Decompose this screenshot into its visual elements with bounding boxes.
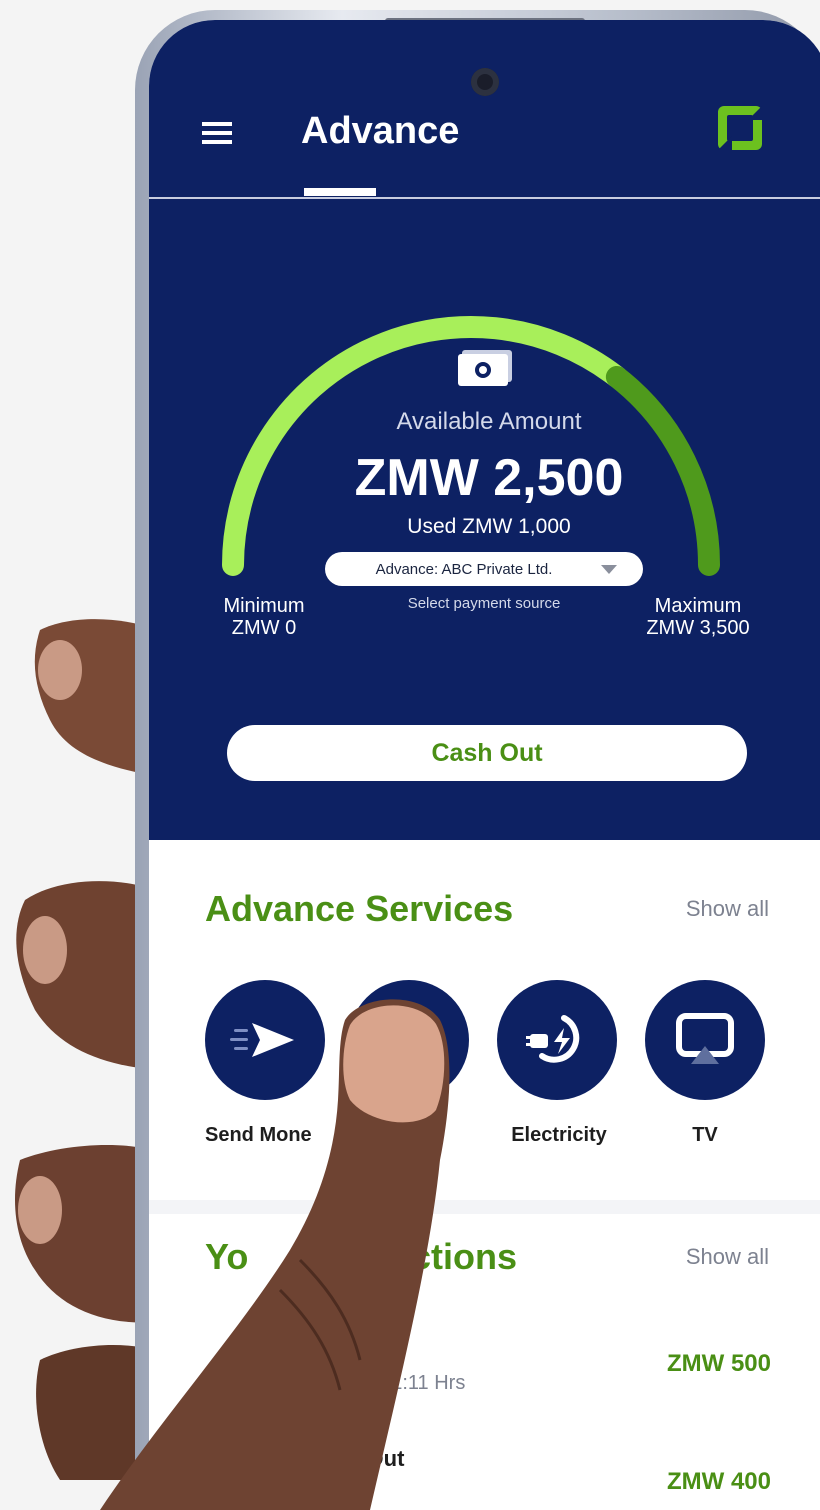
brand-logo-icon[interactable]: [714, 102, 766, 154]
available-amount-label: Available Amount: [396, 408, 582, 435]
tv-icon: [676, 1013, 734, 1064]
transaction-time: , 21:11 Hrs: [369, 1372, 466, 1394]
services-show-all-link[interactable]: Show all: [679, 896, 769, 922]
service-electricity[interactable]: [497, 980, 617, 1100]
hamburger-icon: [202, 122, 232, 144]
transaction-row[interactable]: ut , 21:11 Hrs ZMW 500: [149, 1330, 820, 1420]
service-tv[interactable]: [645, 980, 765, 1100]
transactions-title-start: Yo: [205, 1236, 249, 1277]
payment-source-hint: Select payment source: [407, 595, 561, 612]
phone-frame: Advance Available Amount ZMW 2,500 Used …: [135, 10, 820, 1510]
front-camera: [471, 68, 499, 96]
chevron-down-icon: [601, 565, 617, 574]
transaction-row[interactable]: h Out ZMW 400: [149, 1440, 820, 1510]
transaction-amount: ZMW 400: [666, 1468, 771, 1495]
app-screen: Advance Available Amount ZMW 2,500 Used …: [149, 20, 820, 1510]
minimum-title: Minimum: [223, 595, 305, 617]
airtime-icon: [389, 1011, 429, 1069]
electricity-icon: [526, 1015, 580, 1063]
advance-hero-panel: Advance Available Amount ZMW 2,500 Used …: [149, 20, 820, 840]
service-label-send-money: Send Mone: [205, 1124, 312, 1146]
payment-source-value: Advance: ABC Private Ltd.: [375, 560, 553, 578]
payment-source-select[interactable]: Advance: ABC Private Ltd.: [325, 552, 643, 586]
transactions-show-all-link[interactable]: Show all: [679, 1244, 769, 1270]
advance-services-title: Advance Services: [205, 888, 514, 929]
active-tab-indicator: [304, 188, 376, 196]
cash-out-button[interactable]: Cash Out: [227, 725, 747, 781]
transaction-amount: ZMW 500: [666, 1350, 771, 1377]
send-icon: [230, 1023, 294, 1057]
used-amount-label: Used ZMW 1,000: [407, 515, 571, 538]
minimum-value: ZMW 0: [231, 617, 297, 639]
maximum-title: Maximum: [654, 595, 742, 617]
section-divider: [149, 1200, 820, 1214]
service-send-money[interactable]: [205, 980, 325, 1100]
cash-icon: [458, 350, 512, 386]
maximum-value: ZMW 3,500: [646, 617, 750, 639]
page-title: Advance: [301, 110, 460, 152]
service-label-tv: TV: [692, 1124, 718, 1146]
maximum-label: Maximum ZMW 3,500: [633, 595, 763, 639]
available-amount-value: ZMW 2,500: [354, 449, 624, 507]
transactions-title-end: ctions: [411, 1236, 518, 1277]
header-divider: [149, 197, 820, 199]
menu-button[interactable]: [194, 110, 240, 156]
service-label-electricity: Electricity: [511, 1124, 607, 1146]
transaction-title: h Out: [347, 1446, 405, 1471]
service-airtime[interactable]: [349, 980, 469, 1100]
minimum-label: Minimum ZMW 0: [209, 595, 319, 639]
transaction-title: ut: [379, 1340, 400, 1365]
